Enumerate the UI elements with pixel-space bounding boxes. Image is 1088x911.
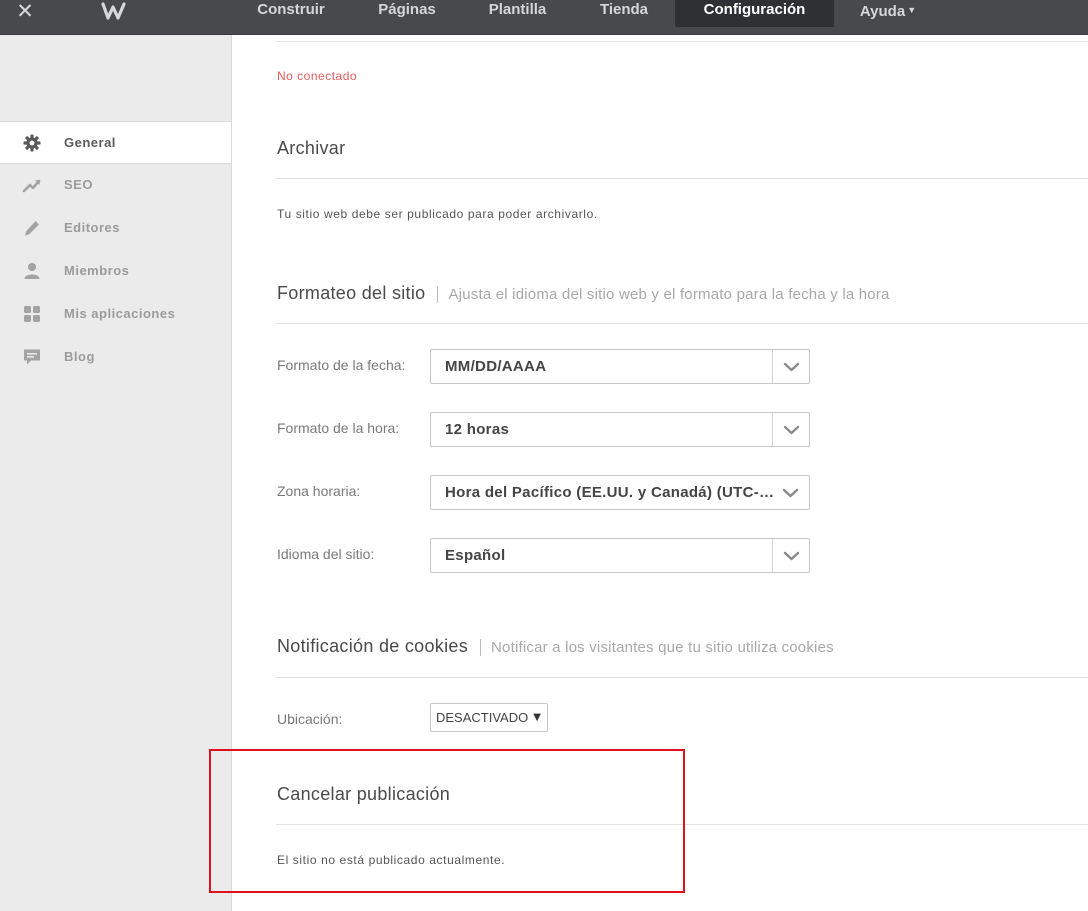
- unpublish-text: El sitio no está publicado actualmente.: [277, 853, 506, 867]
- sidebar-item-label: SEO: [64, 177, 93, 192]
- date-format-label: Formato de la fecha:: [277, 357, 406, 373]
- divider: [276, 323, 1088, 324]
- formatting-section-header: Formateo del sitio Ajusta el idioma del s…: [277, 283, 890, 304]
- sidebar-item-blog[interactable]: Blog: [0, 336, 231, 379]
- caret-down-icon: ▼: [533, 712, 541, 723]
- nav-plantilla[interactable]: Plantilla: [470, 0, 565, 27]
- sidebar-item-label: Miembros: [64, 263, 130, 278]
- sidebar-item-label: Mis aplicaciones: [64, 306, 176, 321]
- sidebar-item-seo[interactable]: SEO: [0, 164, 231, 207]
- site-language-label: Idioma del sitio:: [277, 546, 375, 562]
- nav-configuracion[interactable]: Configuración: [675, 0, 834, 27]
- date-format-select[interactable]: MM/DD/AAAA: [430, 349, 810, 384]
- sidebar-item-mis-aplicaciones[interactable]: Mis aplicaciones: [0, 293, 231, 336]
- sidebar-item-label: General: [64, 135, 116, 150]
- date-format-value: MM/DD/AAAA: [445, 358, 547, 375]
- cookies-title: Notificación de cookies: [277, 636, 468, 656]
- nav-paginas[interactable]: Páginas: [360, 0, 454, 27]
- archive-text: Tu sitio web debe ser publicado para pod…: [277, 207, 598, 221]
- weebly-logo-icon[interactable]: [100, 0, 128, 22]
- time-format-select[interactable]: 12 horas: [430, 412, 810, 447]
- formatting-title: Formateo del sitio: [277, 283, 426, 303]
- nav-tienda[interactable]: Tienda: [582, 0, 666, 27]
- divider: [276, 178, 1088, 179]
- top-bar: ✕ Construir Páginas Plantilla Tienda Con…: [0, 0, 1088, 35]
- archive-title: Archivar: [277, 138, 346, 158]
- connection-status: No conectado: [277, 69, 358, 83]
- cookie-location-value: DESACTIVADO: [436, 710, 529, 725]
- nav-construir[interactable]: Construir: [240, 0, 342, 27]
- divider: [276, 677, 1088, 678]
- timezone-select[interactable]: Hora del Pacífico (EE.UU. y Canadá) (UTC…: [430, 475, 810, 510]
- sidebar-item-label: Blog: [64, 349, 95, 364]
- cookies-subtitle: Notificar a los visitantes que tu sitio …: [480, 639, 834, 656]
- time-format-value: 12 horas: [445, 421, 510, 438]
- sidebar-item-miembros[interactable]: Miembros: [0, 250, 231, 293]
- formatting-subtitle: Ajusta el idioma del sitio web y el form…: [437, 286, 890, 303]
- cookies-section-header: Notificación de cookies Notificar a los v…: [277, 636, 834, 657]
- settings-sidebar: General SEO Editores Miembros Mis aplica…: [0, 35, 232, 911]
- divider: [276, 824, 1088, 825]
- nav-ayuda[interactable]: Ayuda ▼: [848, 0, 928, 27]
- cookie-location-select[interactable]: DESACTIVADO ▼: [430, 703, 548, 732]
- divider: [276, 41, 1088, 42]
- timezone-label: Zona horaria:: [277, 483, 361, 499]
- close-icon[interactable]: ✕: [12, 0, 38, 24]
- comment-icon: [22, 348, 42, 366]
- sidebar-item-editores[interactable]: Editores: [0, 207, 231, 250]
- site-language-value: Español: [445, 547, 506, 564]
- chevron-down-icon[interactable]: [772, 476, 809, 509]
- caret-down-icon: ▼: [907, 5, 917, 15]
- timezone-value: Hora del Pacífico (EE.UU. y Canadá) (UTC…: [445, 484, 775, 501]
- chevron-down-icon[interactable]: [772, 539, 809, 572]
- gear-icon: [22, 134, 42, 152]
- apps-grid-icon: [22, 305, 42, 323]
- time-format-label: Formato de la hora:: [277, 420, 400, 436]
- nav-ayuda-label: Ayuda: [859, 3, 906, 20]
- sidebar-item-general[interactable]: General: [0, 121, 231, 164]
- site-language-select[interactable]: Español: [430, 538, 810, 573]
- cookie-location-label: Ubicación:: [277, 711, 343, 727]
- pencil-icon: [22, 219, 42, 237]
- user-icon: [22, 262, 42, 280]
- sidebar-item-label: Editores: [64, 220, 121, 235]
- chevron-down-icon[interactable]: [772, 350, 809, 383]
- settings-content: No conectado Archivar Tu sitio web debe …: [232, 35, 1088, 911]
- unpublish-title: Cancelar publicación: [277, 784, 451, 804]
- chevron-down-icon[interactable]: [772, 413, 809, 446]
- trend-icon: [22, 176, 42, 194]
